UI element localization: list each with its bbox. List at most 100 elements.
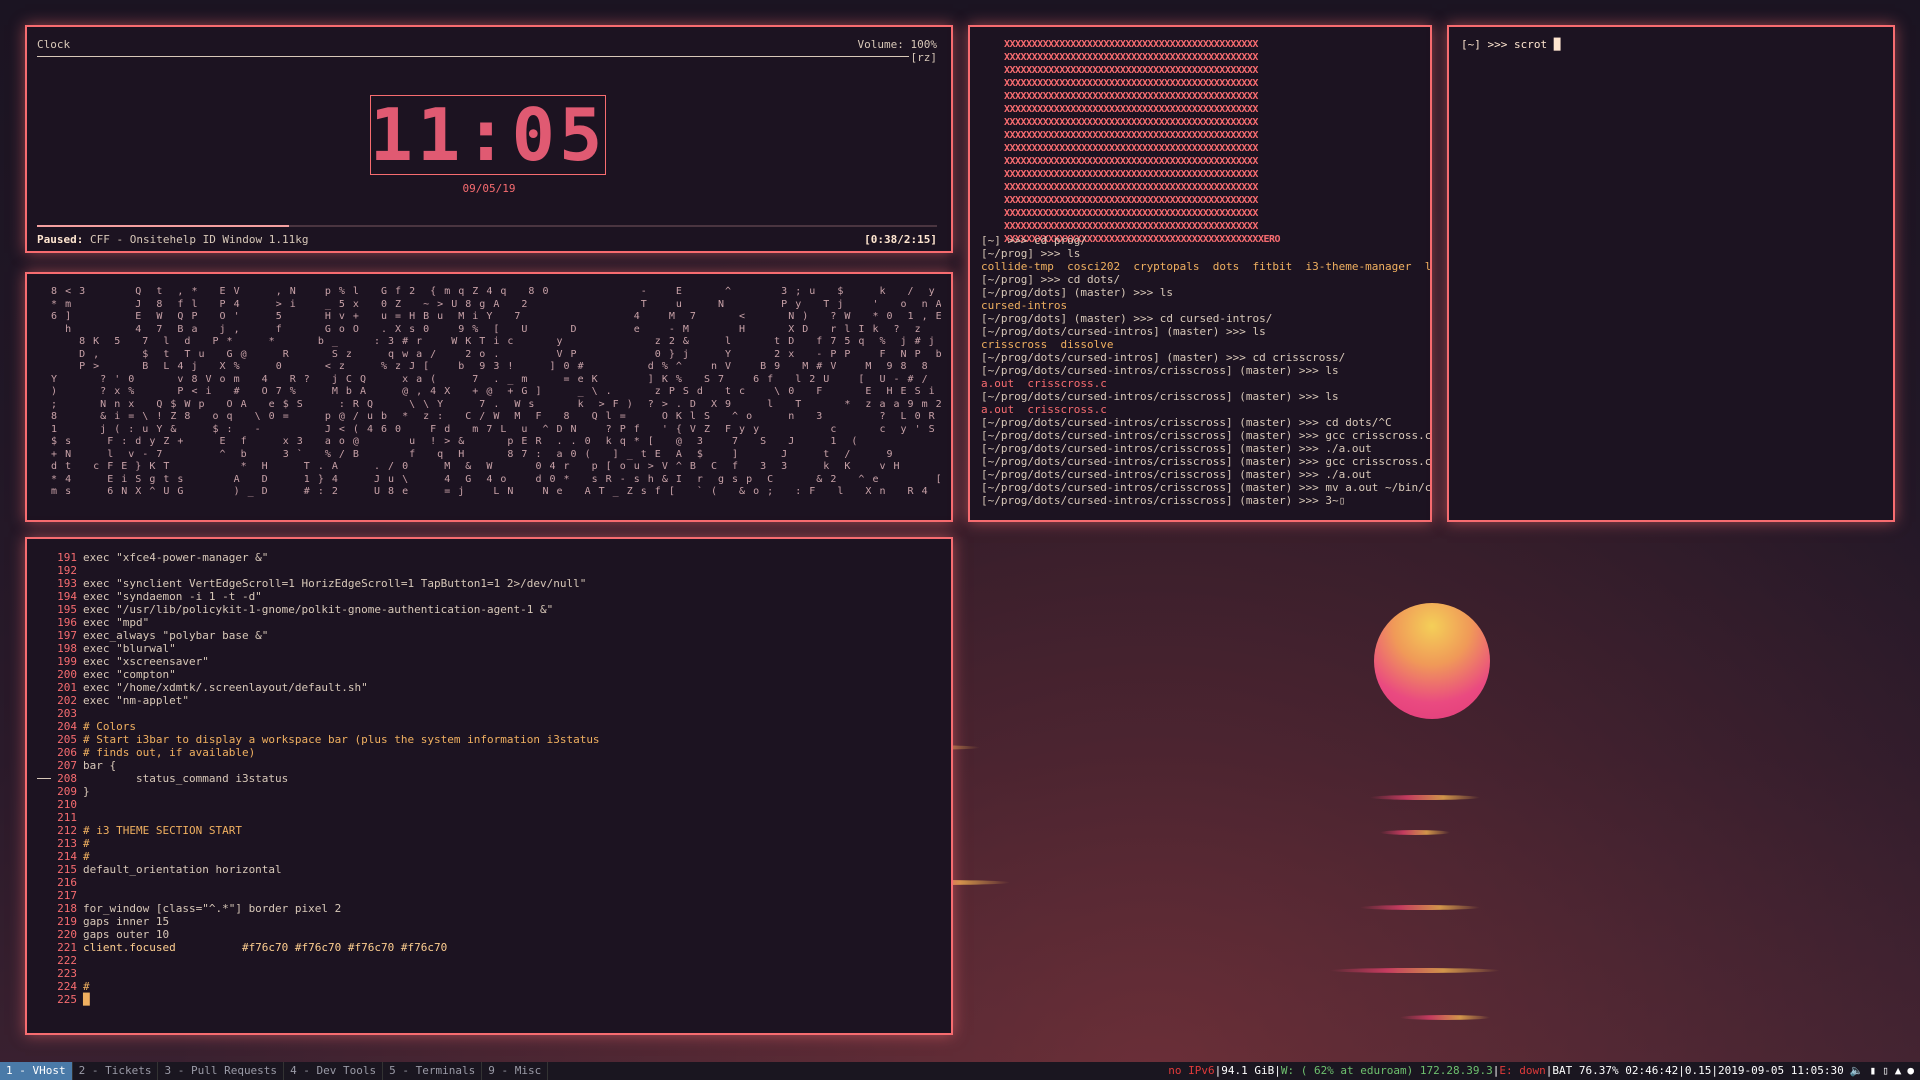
matrix-line: + N l v - 7 ^ b 3 ` % / B f q H 8 7 : a …: [37, 448, 894, 460]
editor-line: 213 #: [35, 837, 600, 850]
wallpaper-streak: [1370, 795, 1480, 800]
line-text: client.focused #f76c70 #f76c70 #f76c70 #…: [83, 941, 448, 954]
editor-line: 193 exec "synclient VertEdgeScroll=1 Hori…: [35, 577, 600, 590]
editor-line: 217: [35, 889, 600, 902]
line-text: }: [83, 785, 90, 798]
terminal-line: [~/prog/dots/cursed-intros/crisscross] (…: [981, 416, 1392, 429]
editor-line: 203: [35, 707, 600, 720]
crisscross-row: XXXXXXXXXXXXXXXXXXXXXXXXXXXXXXXXXXXXXXXX…: [1004, 195, 1258, 206]
terminal-window-scrot[interactable]: [~] >>> scrot █: [1447, 25, 1895, 522]
line-number: 218: [57, 902, 77, 915]
terminal-line: [~/prog/dots/cursed-intros/crisscross] (…: [981, 364, 1339, 377]
line-number: 222: [57, 954, 77, 967]
crisscross-row: XXXXXXXXXXXXXXXXXXXXXXXXXXXXXXXXXXXXXXXX…: [1004, 130, 1258, 141]
workspace-button[interactable]: 1 - VHost: [0, 1062, 73, 1080]
line-number: 191: [57, 551, 77, 564]
crisscross-output: XXXXXXXXXXXXXXXXXXXXXXXXXXXXXXXXXXXXXXXX…: [1004, 38, 1281, 246]
workspace-button[interactable]: 3 - Pull Requests: [158, 1062, 285, 1080]
terminal-line: [~/prog/dots/cursed-intros/crisscross] (…: [981, 468, 1372, 481]
terminal-line: crisscross dissolve: [981, 338, 1114, 351]
matrix-window[interactable]: 8 < 3 Q t , * E V , N p % l G f 2 { m q …: [25, 272, 953, 522]
line-number: 216: [57, 876, 77, 889]
clipboard-icon[interactable]: ▮: [1870, 1062, 1877, 1080]
line-number: 211: [57, 811, 77, 824]
editor-line: 192: [35, 564, 600, 577]
editor-line: 196 exec "mpd": [35, 616, 600, 629]
clock-window[interactable]: Clock Volume: 100% [rz] 11:05 09/05/19 P…: [25, 25, 953, 253]
line-number: 215: [57, 863, 77, 876]
ipv6-status: no IPv6: [1168, 1064, 1215, 1077]
terminal-line: collide-tmp cosci202 cryptopals dots fit…: [981, 260, 1432, 273]
terminal-line: [~/prog/dots/cursed-intros/crisscross] (…: [981, 429, 1432, 442]
editor-window[interactable]: 191 exec "xfce4-power-manager &" 192 193 exe…: [25, 537, 953, 1035]
terminal-line: [~] >>> cd prog/: [981, 234, 1087, 247]
separator: |: [1545, 1064, 1553, 1077]
line-number: 197: [57, 629, 77, 642]
matrix-line: P > B L 4 j X % 0 < z % z J [ b 9 3 ! ] …: [37, 361, 941, 372]
line-number: 198: [57, 642, 77, 655]
system-tray: 🔈 ▮ ▯ ▲ ●: [1844, 1062, 1914, 1080]
line-text: gaps inner 15: [83, 915, 170, 928]
crisscross-row: XXXXXXXXXXXXXXXXXXXXXXXXXXXXXXXXXXXXXXXX…: [1004, 208, 1258, 219]
matrix-line: 1 j ( : u Y & $ : - J < ( 4 6 0 F d m 7 …: [37, 423, 941, 435]
repeat-random-flags: [rz]: [908, 51, 937, 64]
editor-line: 202 exec "nm-applet": [35, 694, 600, 707]
battery-icon[interactable]: ▯: [1882, 1062, 1889, 1080]
editor-line: 210: [35, 798, 600, 811]
line-number: 207: [57, 759, 77, 772]
editor-text[interactable]: 191 exec "xfce4-power-manager &" 192 193 exe…: [35, 551, 600, 1006]
line-number: 210: [57, 798, 77, 811]
line-number: 196: [57, 616, 77, 629]
line-text: #: [83, 837, 90, 850]
playback-progress-bar[interactable]: [37, 225, 937, 227]
line-number: 194: [57, 590, 77, 603]
editor-line: 201 exec "/home/xdmtk/.screenlayout/defau…: [35, 681, 600, 694]
line-text: exec "compton": [83, 668, 176, 681]
line-text: # Start i3bar to display a workspace bar…: [83, 733, 600, 746]
status-info: no IPv6 | 94.1 GiB | W: ( 62% at eduroam) 17…: [1168, 1062, 1920, 1080]
line-number: 201: [57, 681, 77, 694]
line-number: 224: [57, 980, 77, 993]
editor-line: 212 # i3 THEME SECTION START: [35, 824, 600, 837]
separator: |: [1711, 1064, 1718, 1077]
terminal-line: a.out crisscross.c: [981, 403, 1107, 416]
terminal-prompt[interactable]: [~] >>> scrot █: [1461, 38, 1560, 51]
line-text: exec "nm-applet": [83, 694, 189, 707]
line-text: exec_always "polybar base &": [83, 629, 269, 642]
line-number: 219: [57, 915, 77, 928]
line-number: 221: [57, 941, 77, 954]
editor-line: 219 gaps inner 15: [35, 915, 600, 928]
line-text: exec "mpd": [83, 616, 150, 629]
terminal-window-ls[interactable]: XXXXXXXXXXXXXXXXXXXXXXXXXXXXXXXXXXXXXXXX…: [968, 25, 1432, 522]
line-number: 203: [57, 707, 77, 720]
network-icon[interactable]: ▲: [1895, 1062, 1902, 1080]
line-text: exec "xscreensaver": [83, 655, 209, 668]
line-text: # i3 THEME SECTION START: [83, 824, 242, 837]
workspace-button[interactable]: 5 - Terminals: [383, 1062, 483, 1080]
crisscross-row: XXXXXXXXXXXXXXXXXXXXXXXXXXXXXXXXXXXXXXXX…: [1004, 104, 1258, 115]
line-number: 213: [57, 837, 77, 850]
line-text: # Colors: [83, 720, 136, 733]
workspace-button[interactable]: 2 - Tickets: [73, 1062, 159, 1080]
line-text: for_window [class="^.*"] border pixel 2: [83, 902, 342, 915]
editor-line: 204 # Colors: [35, 720, 600, 733]
wallpaper-streak: [1380, 830, 1450, 835]
line-text: #: [83, 850, 90, 863]
matrix-line: 8 & i = \ ! Z 8 o q \ 0 = p @ / u b * z …: [37, 411, 941, 422]
wallpaper-streak: [1330, 968, 1500, 973]
line-number: 209: [57, 785, 77, 798]
update-icon[interactable]: ●: [1907, 1062, 1914, 1080]
editor-line: 224 #: [35, 980, 600, 993]
workspace-list: 1 - VHost 2 - Tickets 3 - Pull Requests 4 -…: [0, 1062, 549, 1080]
line-number: 208: [57, 772, 77, 785]
wallpaper-streak: [1400, 1015, 1490, 1020]
editor-line: 211: [35, 811, 600, 824]
wallpaper-streak: [1360, 905, 1480, 910]
line-number: 193: [57, 577, 77, 590]
line-number: 195: [57, 603, 77, 616]
load-status: 0.15: [1684, 1064, 1712, 1077]
playback-progress-fill: [37, 225, 289, 227]
workspace-button[interactable]: 9 - Misc: [482, 1062, 549, 1080]
volume-icon[interactable]: 🔈: [1850, 1062, 1864, 1080]
workspace-button[interactable]: 4 - Dev Tools: [284, 1062, 384, 1080]
